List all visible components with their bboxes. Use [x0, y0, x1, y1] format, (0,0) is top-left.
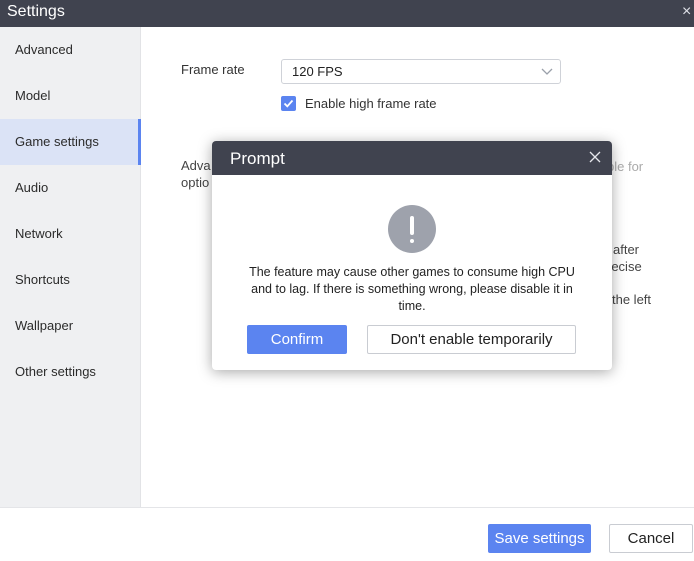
sidebar-item-wallpaper[interactable]: Wallpaper	[0, 303, 141, 349]
obscured-description-1: after	[613, 242, 640, 257]
obscured-description-2: recise	[607, 259, 642, 274]
obscured-hint-text: ple for	[607, 159, 644, 174]
sidebar-item-advanced[interactable]: Advanced	[0, 27, 141, 73]
window-close-icon[interactable]: ×	[682, 0, 694, 27]
cancel-button[interactable]: Cancel	[609, 524, 693, 553]
advanced-option-label-partial: Adva	[181, 158, 211, 173]
dont-enable-button[interactable]: Don't enable temporarily	[367, 325, 576, 354]
window-title: Settings	[7, 3, 65, 20]
sidebar-item-other-settings[interactable]: Other settings	[0, 349, 141, 395]
sidebar-item-game-settings[interactable]: Game settings	[0, 119, 141, 165]
checkbox-checked-icon[interactable]	[281, 96, 296, 111]
frame-rate-value: 120 FPS	[292, 64, 343, 79]
sidebar-item-network[interactable]: Network	[0, 211, 141, 257]
prompt-dialog: Prompt The feature may cause other games…	[212, 141, 612, 370]
high-frame-rate-label: Enable high frame rate	[305, 96, 437, 111]
sidebar-item-model[interactable]: Model	[0, 73, 141, 119]
settings-sidebar: Advanced Model Game settings Audio Netwo…	[0, 27, 141, 507]
settings-footer: Save settings Cancel	[0, 507, 694, 561]
prompt-message: The feature may cause other games to con…	[249, 265, 575, 313]
sidebar-item-audio[interactable]: Audio	[0, 165, 141, 211]
window-titlebar: Settings ×	[0, 0, 694, 27]
exclamation-icon	[388, 205, 436, 253]
frame-rate-label: Frame rate	[181, 62, 245, 77]
sidebar-item-shortcuts[interactable]: Shortcuts	[0, 257, 141, 303]
save-settings-button[interactable]: Save settings	[488, 524, 591, 553]
confirm-button[interactable]: Confirm	[247, 325, 347, 354]
prompt-header: Prompt	[212, 141, 612, 175]
chevron-down-icon	[541, 68, 553, 75]
prompt-title: Prompt	[230, 149, 285, 168]
prompt-close-icon[interactable]	[588, 150, 602, 164]
frame-rate-select[interactable]: 120 FPS	[281, 59, 561, 84]
obscured-description-3: the left	[612, 292, 652, 307]
advanced-option-label-partial-2: optio	[181, 175, 210, 190]
